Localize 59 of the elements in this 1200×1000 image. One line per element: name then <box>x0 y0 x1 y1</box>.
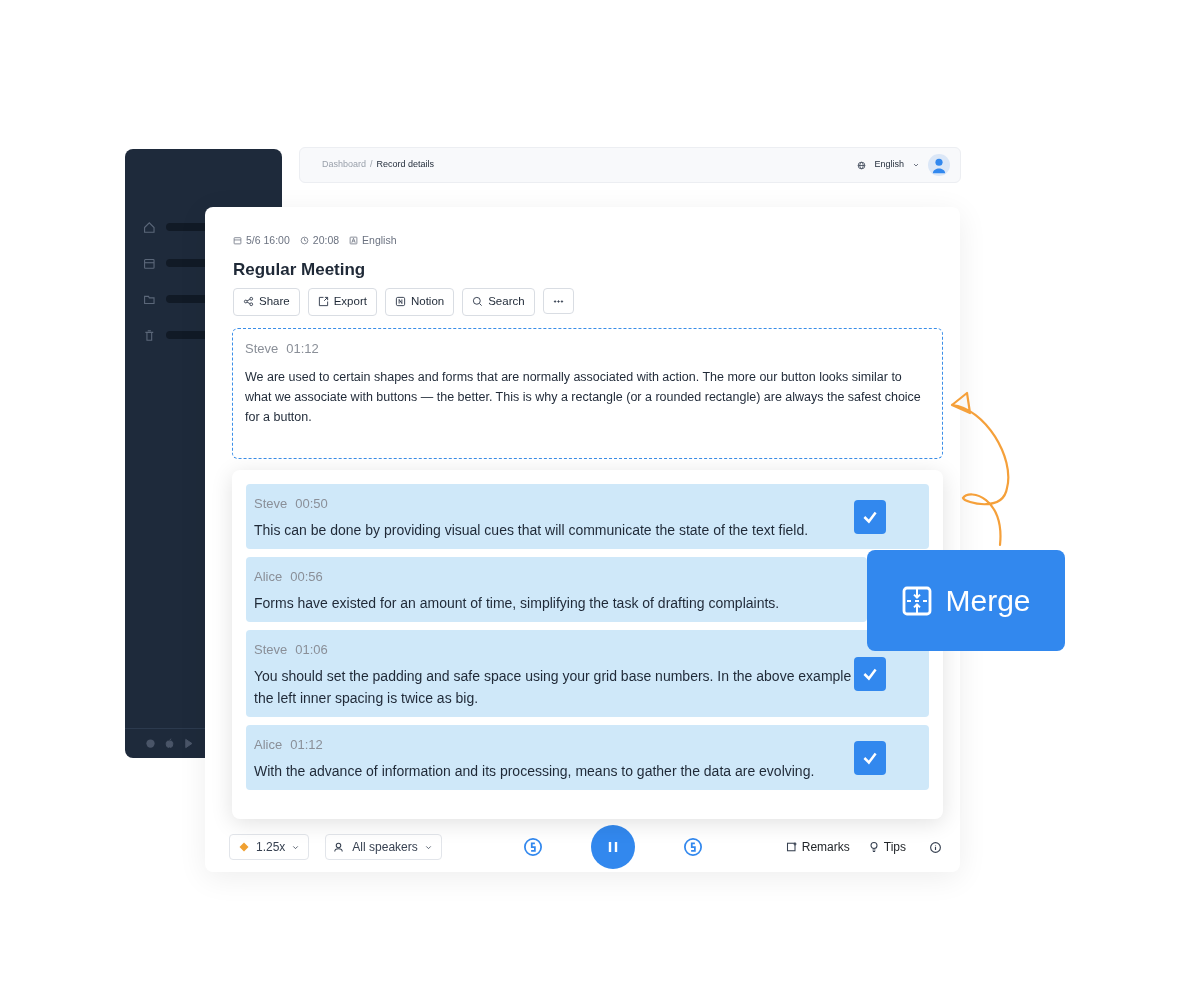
calendar-icon <box>143 256 156 270</box>
home-icon <box>143 220 156 234</box>
breadcrumb-separator: / <box>370 158 373 172</box>
transcript-segment[interactable]: Steve 01:06 You should set the padding and safe space using your grid base numbers. In the above example the left inner spacing is twice as big. <box>246 630 929 717</box>
export-icon <box>317 296 329 308</box>
share-icon <box>243 296 254 308</box>
timestamp: 01:06 <box>295 642 328 657</box>
apple-icon <box>164 738 175 749</box>
remarks-button[interactable]: Remarks <box>784 837 851 857</box>
clock-icon <box>299 236 309 246</box>
checkbox[interactable] <box>854 656 886 691</box>
skip-forward-icon <box>683 837 704 857</box>
segment-text: You should set the padding and safe space using your grid base numbers. In the above example the left inner spacing is twice as big. <box>254 667 853 708</box>
skip-back-icon <box>523 837 544 857</box>
caret-icon <box>912 161 920 169</box>
calendar-icon <box>233 236 242 246</box>
timestamp: 01:12 <box>290 737 323 752</box>
lang-icon <box>349 236 359 246</box>
duration-text: 20:08 <box>312 233 340 248</box>
transcript-segment[interactable]: Alice 01:12 With the advance of information and its processing, means to gather the data are evolving. <box>246 725 929 790</box>
checkbox[interactable] <box>854 499 886 534</box>
transcript-segment[interactable]: Alice 00:56 Forms have existed for an amount of time, simplifying the task of drafting complaints. <box>246 557 867 622</box>
speaker-name: Alice <box>254 569 283 584</box>
timestamp: 00:56 <box>290 569 323 584</box>
speaker-name: Steve <box>254 496 288 511</box>
note-icon <box>785 841 798 853</box>
checkbox[interactable] <box>854 740 886 775</box>
language-text: English <box>362 233 397 248</box>
export-button[interactable]: Export <box>307 288 377 316</box>
timestamp: 00:50 <box>295 496 328 511</box>
search-button[interactable]: Search <box>462 288 535 316</box>
merge-icon <box>901 584 934 617</box>
lightbulb-icon <box>867 841 880 853</box>
avatar-icon <box>928 154 950 176</box>
segment-text: This can be done by providing visual cues that will communicate the state of the text field. <box>254 521 810 540</box>
date-text: 5/6 16:00 <box>246 233 290 248</box>
notion-button[interactable]: Notion <box>384 288 455 316</box>
notion-icon <box>394 296 406 308</box>
record-title: Regular Meeting <box>233 258 367 281</box>
speaker-name: Steve <box>245 340 279 356</box>
trash-icon <box>143 328 156 342</box>
pause-button[interactable] <box>591 825 636 869</box>
timestamp: 01:12 <box>286 340 319 356</box>
merge-button[interactable]: Merge <box>867 550 1065 651</box>
segment-text: We are used to certain shapes and forms that are normally associated with action. The more our button looks similar to what we associate with buttons — the better. This is why a rectangle (or a rounded rectangle) are always the safest choice for a button. <box>245 368 922 426</box>
segment-text: With the advance of information and its processing, means to gather the data are evolving. <box>254 762 816 781</box>
speed-selector[interactable]: 1.25x <box>229 834 310 860</box>
language-selector[interactable]: English <box>874 158 904 172</box>
play-icon <box>183 738 194 749</box>
breadcrumb-link[interactable]: Record details <box>376 158 435 172</box>
transcript-segment[interactable]: Steve 00:50 This can be done by providing visual cues that will communicate the state of the text field. <box>246 484 929 549</box>
speaker-name: Alice <box>254 737 283 752</box>
tips-button[interactable]: Tips <box>866 837 907 857</box>
speaker-name: Steve <box>254 642 288 657</box>
speaker-filter[interactable]: All speakers <box>325 834 442 860</box>
info-icon <box>929 840 942 854</box>
share-button[interactable]: Share <box>233 288 300 316</box>
search-icon <box>472 296 484 308</box>
segment-text: Forms have existed for an amount of time, simplifying the task of drafting complaints. <box>254 594 781 613</box>
